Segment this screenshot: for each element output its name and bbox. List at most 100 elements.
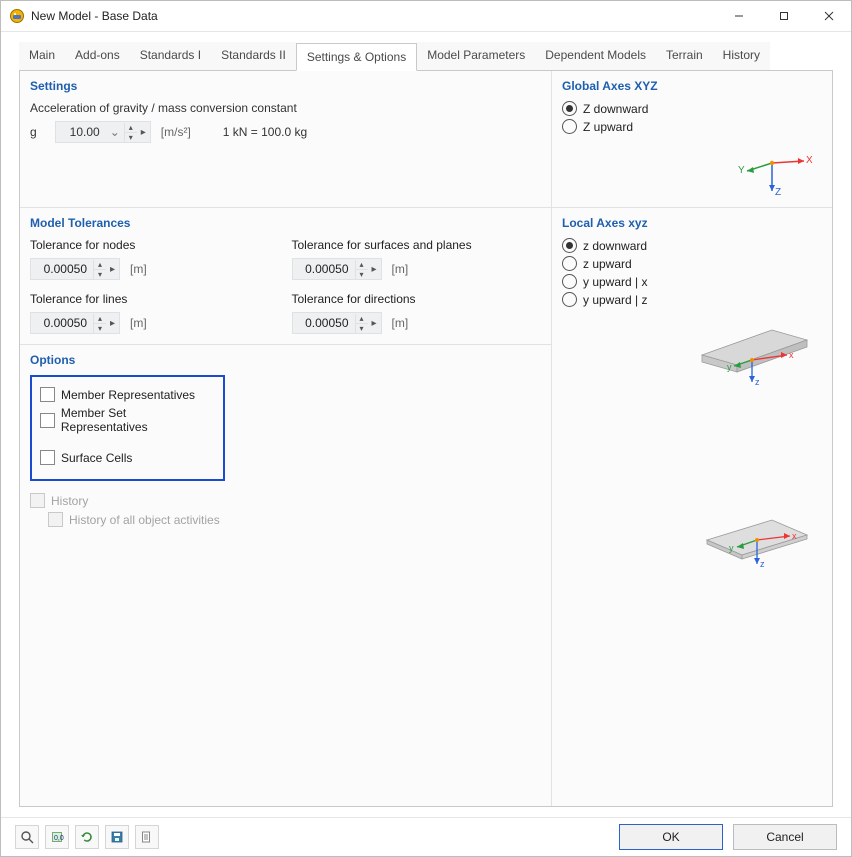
report-icon[interactable] (135, 825, 159, 849)
check-history-all: History of all object activities (48, 512, 541, 527)
svg-text:X: X (806, 155, 812, 166)
right-column: Global Axes XYZ Z downward Z upward X (552, 71, 832, 806)
play-icon[interactable]: ▸ (368, 264, 381, 275)
spin-down-icon[interactable]: ▾ (125, 133, 137, 142)
g-value: 10.00 (56, 125, 106, 139)
check-member-reps[interactable]: Member Representatives (40, 387, 215, 402)
check-surface-cells[interactable]: Surface Cells (40, 450, 215, 465)
cancel-button[interactable]: Cancel (733, 824, 837, 850)
nodes-value: 0.00050 (31, 262, 93, 276)
reset-icon[interactable] (75, 825, 99, 849)
lines-spinner[interactable]: ▴▾ (93, 314, 106, 333)
radio-icon[interactable] (562, 274, 577, 289)
window-title: New Model - Base Data (31, 9, 716, 23)
tab-standards-ii[interactable]: Standards II (211, 42, 296, 70)
units-icon[interactable]: 0,00 (45, 825, 69, 849)
close-button[interactable] (806, 1, 851, 31)
play-icon[interactable]: ▸ (137, 127, 150, 138)
checkbox-icon[interactable] (40, 387, 55, 402)
member-set-reps-label: Member Set Representatives (61, 406, 215, 434)
conversion-text: 1 kN = 100.0 kg (223, 125, 307, 139)
maximize-button[interactable] (761, 1, 806, 31)
directions-unit: [m] (392, 316, 409, 330)
local-y-up-x-label: y upward | x (583, 275, 647, 289)
checkbox-icon[interactable] (40, 413, 55, 428)
tab-settings-options[interactable]: Settings & Options (296, 43, 417, 71)
spin-up-icon[interactable]: ▴ (125, 123, 137, 133)
local-z-up-label: z upward (583, 257, 632, 271)
svg-text:y: y (727, 362, 732, 372)
lines-label: Tolerance for lines (30, 292, 280, 306)
radio-local-y-up-z[interactable]: y upward | z (562, 292, 822, 307)
play-icon[interactable]: ▸ (106, 264, 119, 275)
tab-model-parameters[interactable]: Model Parameters (417, 42, 535, 70)
svg-text:Y: Y (738, 165, 745, 176)
minimize-button[interactable] (716, 1, 761, 31)
radio-icon[interactable] (562, 256, 577, 271)
directions-spinner[interactable]: ▴▾ (355, 314, 368, 333)
svg-text:x: x (792, 531, 797, 541)
check-history: History (30, 493, 541, 508)
local-axes-panel: Local Axes xyz z downward z upward y upw… (552, 208, 832, 806)
settings-panel: Settings Acceleration of gravity / mass … (20, 71, 551, 208)
svg-text:z: z (755, 377, 760, 387)
surfaces-label: Tolerance for surfaces and planes (292, 238, 542, 252)
nodes-value-input[interactable]: 0.00050 ▴▾ ▸ (30, 258, 120, 280)
radio-icon[interactable] (562, 238, 577, 253)
ok-button[interactable]: OK (619, 824, 723, 850)
tab-standards-i[interactable]: Standards I (130, 42, 211, 70)
dialog-window: New Model - Base Data Main Add-ons Stand… (0, 0, 852, 857)
titlebar: New Model - Base Data (1, 1, 851, 32)
surfaces-value: 0.00050 (293, 262, 355, 276)
options-title: Options (30, 353, 541, 367)
checkbox-icon[interactable] (40, 450, 55, 465)
settings-title: Settings (30, 79, 541, 93)
beam-diagram: x y z (562, 310, 822, 390)
lines-value: 0.00050 (31, 316, 93, 330)
nodes-spinner[interactable]: ▴▾ (93, 260, 106, 279)
checkbox-icon (30, 493, 45, 508)
tab-dependent-models[interactable]: Dependent Models (535, 42, 656, 70)
tab-history[interactable]: History (713, 42, 770, 70)
tol-nodes: Tolerance for nodes 0.00050 ▴▾ ▸ [m] (30, 238, 280, 280)
g-label: g (30, 125, 37, 139)
radio-icon[interactable] (562, 101, 577, 116)
tolerances-grid: Tolerance for nodes 0.00050 ▴▾ ▸ [m] Tol… (30, 238, 541, 334)
history-all-label: History of all object activities (69, 513, 220, 527)
dialog-body: Settings Acceleration of gravity / mass … (19, 71, 833, 807)
radio-z-upward[interactable]: Z upward (562, 119, 822, 134)
global-axes-title: Global Axes XYZ (562, 79, 822, 93)
gravity-description: Acceleration of gravity / mass conversio… (30, 101, 541, 115)
checkbox-icon (48, 512, 63, 527)
global-axes-panel: Global Axes XYZ Z downward Z upward X (552, 71, 832, 208)
surfaces-spinner[interactable]: ▴▾ (355, 260, 368, 279)
local-y-up-z-label: y upward | z (583, 293, 647, 307)
radio-local-y-up-x[interactable]: y upward | x (562, 274, 822, 289)
surfaces-value-input[interactable]: 0.00050 ▴▾ ▸ (292, 258, 382, 280)
dropdown-icon[interactable]: ⌄ (106, 125, 124, 139)
radio-icon[interactable] (562, 119, 577, 134)
options-panel: Options Member Representatives Member Se… (20, 345, 551, 806)
play-icon[interactable]: ▸ (368, 318, 381, 329)
radio-icon[interactable] (562, 292, 577, 307)
tol-directions: Tolerance for directions 0.00050 ▴▾ ▸ [m… (292, 292, 542, 334)
settings-content: Acceleration of gravity / mass conversio… (30, 101, 541, 143)
tolerances-title: Model Tolerances (30, 216, 541, 230)
radio-local-z-down[interactable]: z downward (562, 238, 822, 253)
g-spinner[interactable]: ▴ ▾ (124, 123, 137, 142)
play-icon[interactable]: ▸ (106, 318, 119, 329)
save-icon[interactable] (105, 825, 129, 849)
tab-terrain[interactable]: Terrain (656, 42, 713, 70)
tab-main[interactable]: Main (19, 42, 65, 70)
lines-value-input[interactable]: 0.00050 ▴▾ ▸ (30, 312, 120, 334)
radio-z-downward[interactable]: Z downward (562, 101, 822, 116)
svg-text:Z: Z (775, 187, 781, 198)
radio-local-z-up[interactable]: z upward (562, 256, 822, 271)
tab-addons[interactable]: Add-ons (65, 42, 130, 70)
directions-label: Tolerance for directions (292, 292, 542, 306)
g-value-input[interactable]: 10.00 ⌄ ▴ ▾ ▸ (55, 121, 151, 143)
search-icon[interactable] (15, 825, 39, 849)
dialog-footer: 0,00 OK Cancel (1, 817, 851, 856)
directions-value-input[interactable]: 0.00050 ▴▾ ▸ (292, 312, 382, 334)
check-member-set-reps[interactable]: Member Set Representatives (40, 406, 215, 434)
